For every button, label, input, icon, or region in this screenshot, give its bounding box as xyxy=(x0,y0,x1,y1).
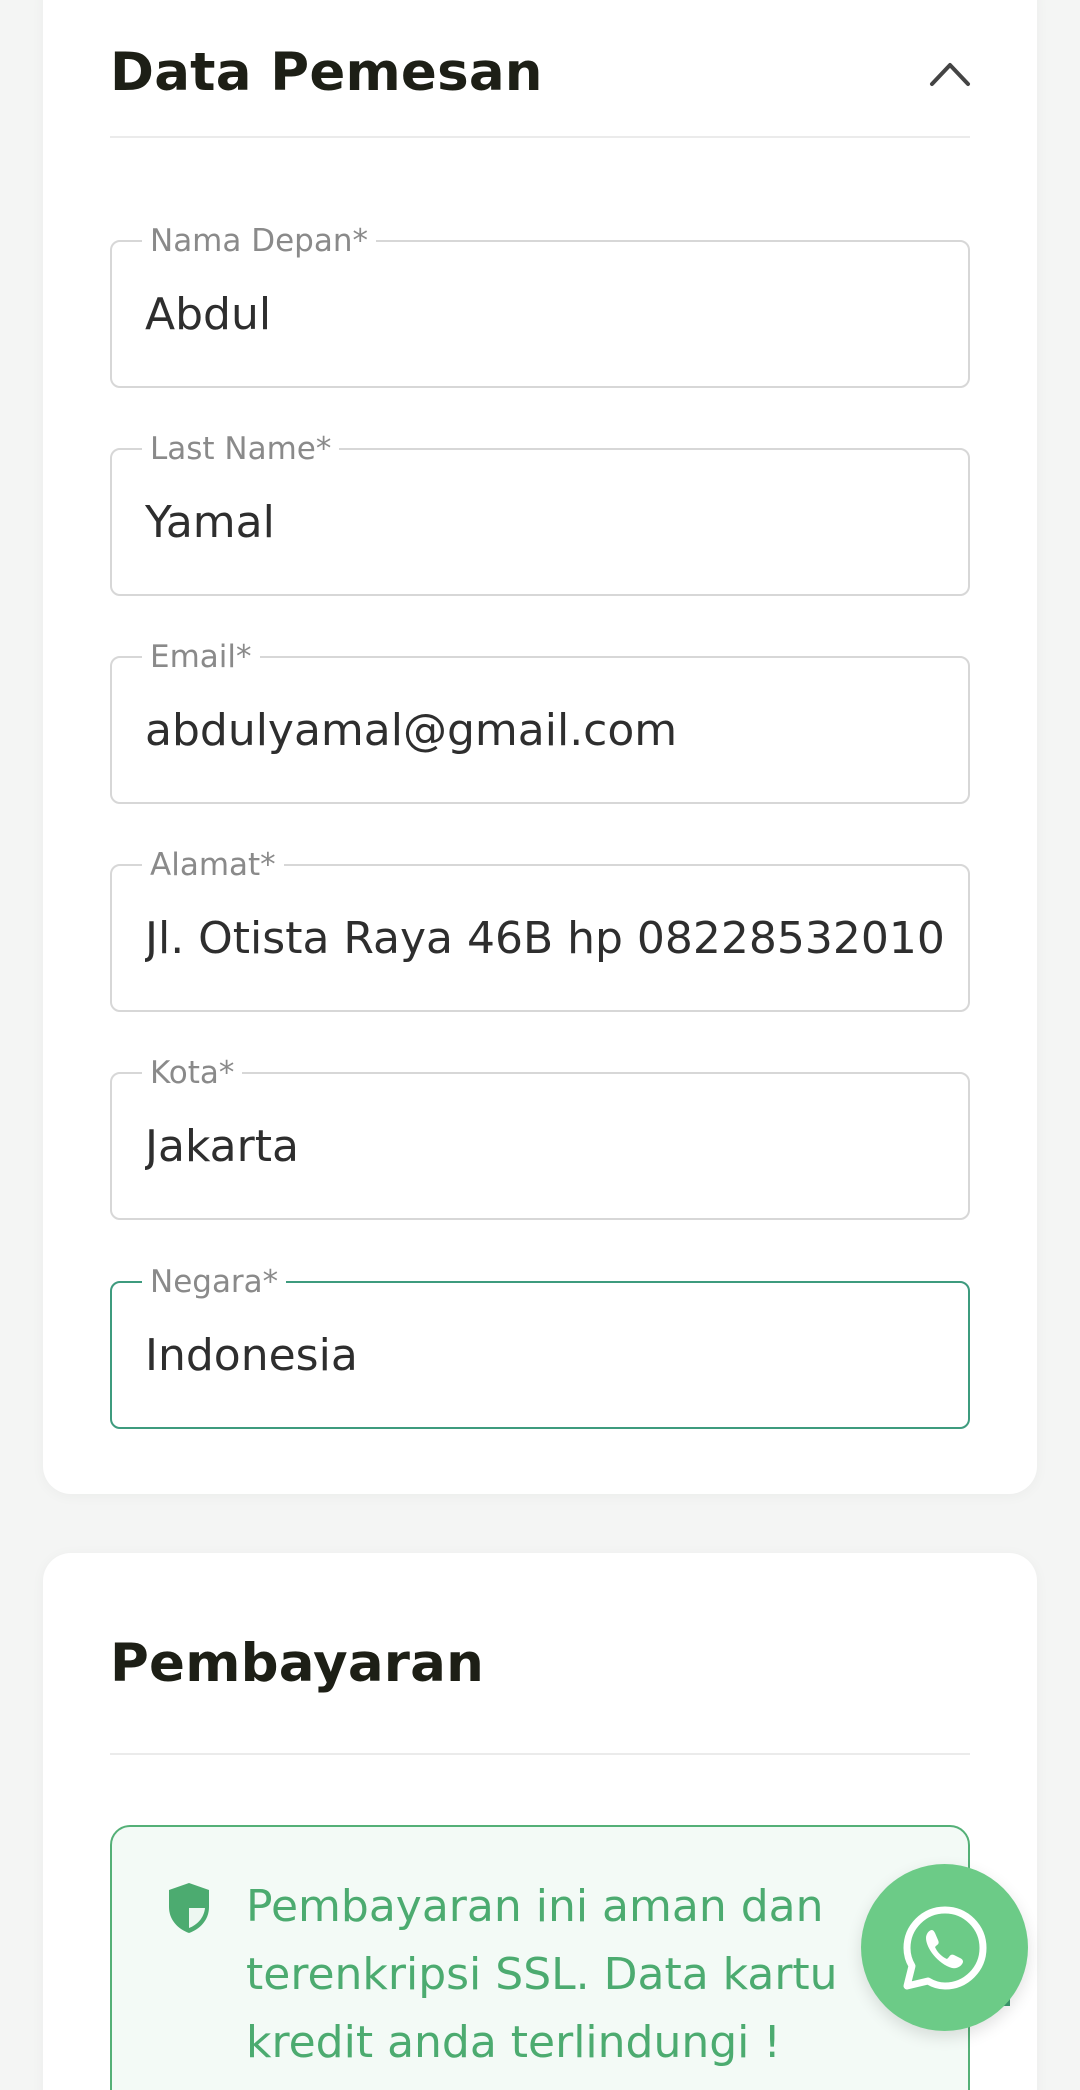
chevron-up-icon[interactable] xyxy=(928,58,972,88)
last-name-field[interactable]: Last Name* Yamal xyxy=(110,432,970,596)
last-name-input[interactable]: Yamal xyxy=(145,450,948,594)
payment-section-title: Pembayaran xyxy=(110,1633,485,1694)
section-divider xyxy=(110,1753,970,1755)
section-divider xyxy=(110,136,970,138)
booking-data-card: Data Pemesan Nama Depan* Abdul Last Name… xyxy=(43,0,1037,1494)
country-input[interactable]: Indonesia xyxy=(145,1283,948,1427)
ssl-notice: Pembayaran ini aman dan terenkripsi SSL.… xyxy=(110,1825,970,2090)
shield-icon xyxy=(169,1883,209,1933)
city-input[interactable]: Jakarta xyxy=(145,1074,948,1218)
address-field[interactable]: Alamat* Jl. Otista Raya 46B hp 082285320… xyxy=(110,848,970,1012)
whatsapp-chat-button[interactable] xyxy=(861,1864,1028,2031)
email-input[interactable]: abdulyamal@gmail.com xyxy=(145,658,948,802)
first-name-field[interactable]: Nama Depan* Abdul xyxy=(110,224,970,388)
checkout-page: Data Pemesan Nama Depan* Abdul Last Name… xyxy=(0,0,1080,2090)
booking-section-title: Data Pemesan xyxy=(110,42,543,103)
whatsapp-icon xyxy=(903,1906,986,1989)
city-field[interactable]: Kota* Jakarta xyxy=(110,1056,970,1220)
country-field[interactable]: Negara* Indonesia xyxy=(110,1265,970,1429)
address-input[interactable]: Jl. Otista Raya 46B hp 082285320101 xyxy=(145,866,948,1010)
ssl-notice-text: Pembayaran ini aman dan terenkripsi SSL.… xyxy=(246,1881,838,2068)
email-field[interactable]: Email* abdulyamal@gmail.com xyxy=(110,640,970,804)
first-name-input[interactable]: Abdul xyxy=(145,242,948,386)
